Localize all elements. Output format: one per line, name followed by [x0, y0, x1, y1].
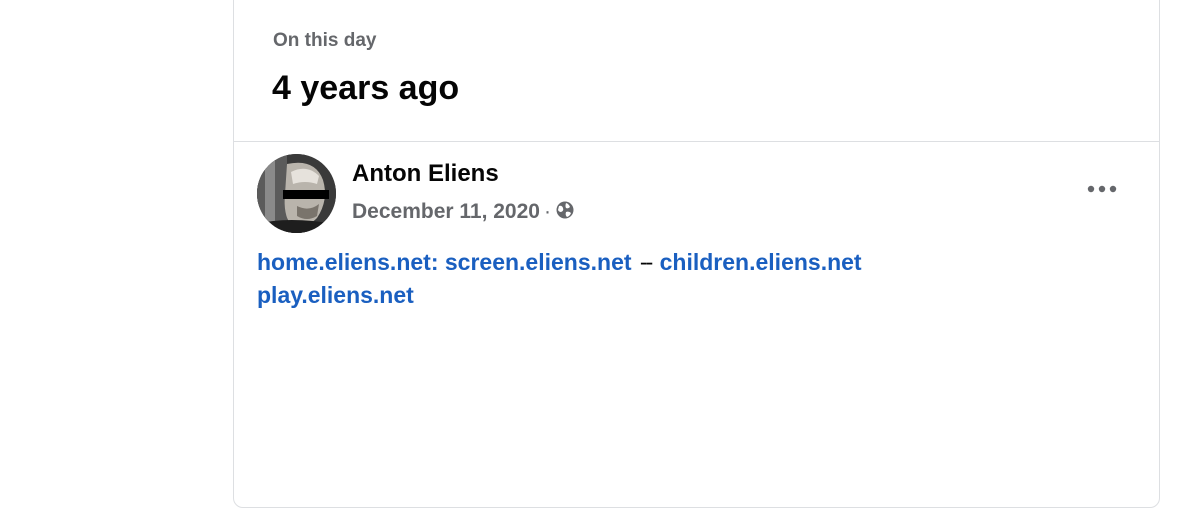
- memory-header: On this day 4 years ago: [234, 0, 1159, 142]
- link-separator: --: [639, 249, 653, 275]
- globe-icon[interactable]: [555, 200, 575, 220]
- avatar-image: [257, 154, 336, 233]
- link-children[interactable]: children.eliens.net: [660, 249, 862, 275]
- post-meta: December 11, 2020 ·: [352, 200, 575, 224]
- post-date[interactable]: December 11, 2020: [352, 200, 540, 224]
- avatar[interactable]: [257, 154, 336, 233]
- more-options-icon: [1087, 185, 1117, 193]
- meta-separator: ·: [543, 200, 551, 223]
- link-home-screen[interactable]: home.eliens.net: screen.eliens.net: [257, 249, 632, 275]
- memory-title: 4 years ago: [272, 69, 460, 107]
- author-name[interactable]: Anton Eliens: [352, 160, 499, 188]
- post-body: home.eliens.net: screen.eliens.net -- ch…: [257, 246, 1137, 312]
- more-options-button[interactable]: [1082, 174, 1122, 204]
- link-play[interactable]: play.eliens.net: [257, 282, 414, 308]
- memory-card: On this day 4 years ago Anton Eliens Dec…: [233, 0, 1160, 508]
- memory-label: On this day: [273, 30, 377, 51]
